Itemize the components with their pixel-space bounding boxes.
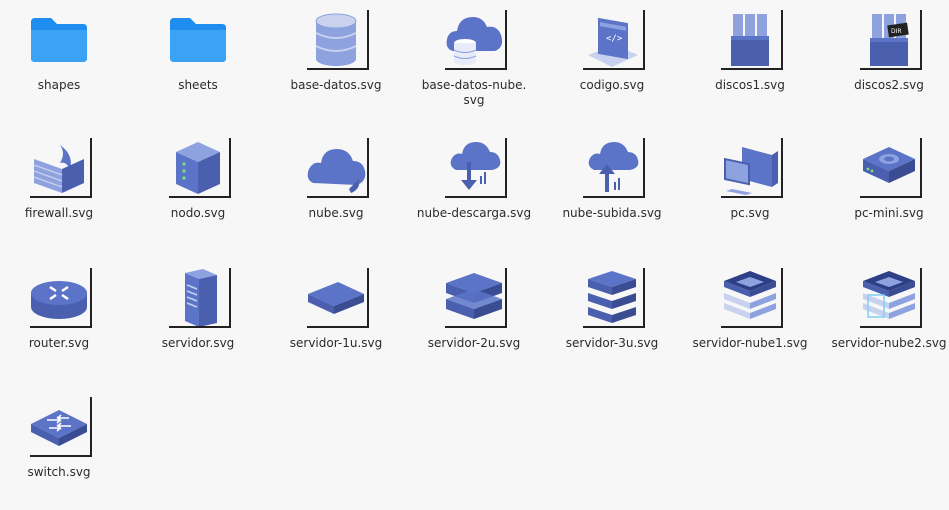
cloud-server1-icon (715, 266, 785, 330)
file-name-label: nube.svg (308, 206, 364, 220)
file-name-label: servidor-nube2.svg (831, 336, 947, 350)
file-name-label: servidor-1u.svg (289, 336, 383, 350)
file-name-label: servidor-nube1.svg (692, 336, 808, 350)
file-item[interactable]: servidor-3u.svg (543, 266, 681, 351)
file-name-label: nodo.svg (170, 206, 226, 220)
firewall-icon (24, 136, 94, 200)
file-name-label: switch.svg (27, 465, 91, 479)
file-name-label: pc.svg (730, 206, 770, 220)
file-grid: shapes sheets base-datos.svg base-datos-… (0, 0, 949, 510)
file-name-label: servidor-2u.svg (427, 336, 521, 350)
thumbnail-frame (721, 10, 783, 70)
thumbnail-frame (30, 268, 92, 328)
file-item[interactable]: pc-mini.svg (820, 136, 949, 221)
thumbnail-frame (860, 138, 922, 198)
file-item[interactable]: </> codigo.svg (543, 8, 681, 93)
thumbnail-frame (721, 268, 783, 328)
thumbnail-frame (445, 10, 507, 70)
folder-icon (24, 8, 94, 72)
router-icon (24, 266, 94, 330)
disks-icon (715, 8, 785, 72)
server-2u-icon (439, 266, 509, 330)
thumbnail-frame (169, 268, 231, 328)
cloud-icon (301, 136, 371, 200)
file-item[interactable]: servidor-1u.svg (267, 266, 405, 351)
thumbnail-frame (445, 268, 507, 328)
node-server-icon (163, 136, 233, 200)
file-name-label: base-datos.svg (290, 78, 382, 92)
file-item[interactable]: discos1.svg (681, 8, 819, 93)
file-name-label: servidor.svg (161, 336, 235, 350)
cloud-upload-icon (577, 136, 647, 200)
file-item[interactable]: router.svg (0, 266, 128, 351)
thumbnail-frame (307, 10, 369, 70)
file-item[interactable]: nube.svg (267, 136, 405, 221)
code-window-icon: </> (577, 8, 647, 72)
file-item[interactable]: nodo.svg (129, 136, 267, 221)
file-name-label: base-datos-nube. svg (421, 78, 527, 107)
server-1u-icon (301, 266, 371, 330)
thumbnail-frame (307, 138, 369, 198)
file-item[interactable]: servidor-nube2.svg (820, 266, 949, 351)
file-name-label: codigo.svg (579, 78, 645, 92)
thumbnail-frame (583, 138, 645, 198)
server-3u-icon (577, 266, 647, 330)
file-item[interactable]: pc.svg (681, 136, 819, 221)
cloud-download-icon (439, 136, 509, 200)
file-item[interactable]: nube-subida.svg (543, 136, 681, 221)
file-item[interactable]: shapes (0, 8, 128, 93)
cloud-database-icon (439, 8, 509, 72)
thumbnail-frame (860, 268, 922, 328)
thumbnail-frame (860, 10, 922, 70)
file-item[interactable]: nube-descarga.svg (405, 136, 543, 221)
file-item[interactable]: base-datos.svg (267, 8, 405, 93)
file-name-label: nube-subida.svg (562, 206, 662, 220)
file-item[interactable]: DIR discos2.svg (820, 8, 949, 93)
file-item[interactable]: servidor-2u.svg (405, 266, 543, 351)
file-item[interactable]: servidor.svg (129, 266, 267, 351)
disks-dir-icon: DIR (854, 8, 924, 72)
file-item[interactable]: sheets (129, 8, 267, 93)
file-item[interactable]: base-datos-nube. svg (405, 8, 543, 108)
thumbnail-frame (307, 268, 369, 328)
file-name-label: sheets (178, 78, 218, 92)
file-name-label: nube-descarga.svg (416, 206, 532, 220)
file-name-label: servidor-3u.svg (565, 336, 659, 350)
file-item[interactable]: switch.svg (0, 395, 128, 480)
cloud-server2-icon (854, 266, 924, 330)
file-name-label: shapes (37, 78, 81, 92)
mini-pc-icon (854, 136, 924, 200)
folder-icon (163, 8, 233, 72)
file-item[interactable]: servidor-nube1.svg (681, 266, 819, 351)
file-name-label: firewall.svg (24, 206, 94, 220)
file-name-label: router.svg (28, 336, 90, 350)
thumbnail-frame (721, 138, 783, 198)
file-name-label: discos1.svg (715, 78, 785, 92)
tower-server-icon (163, 266, 233, 330)
file-name-label: pc-mini.svg (854, 206, 924, 220)
pc-icon (715, 136, 785, 200)
thumbnail-frame (30, 397, 92, 457)
thumbnail-frame (445, 138, 507, 198)
database-icon (301, 8, 371, 72)
thumbnail-frame (30, 138, 92, 198)
thumbnail-frame (583, 268, 645, 328)
thumbnail-frame (169, 138, 231, 198)
file-item[interactable]: firewall.svg (0, 136, 128, 221)
file-name-label: discos2.svg (854, 78, 924, 92)
switch-icon (24, 395, 94, 459)
thumbnail-frame (583, 10, 645, 70)
